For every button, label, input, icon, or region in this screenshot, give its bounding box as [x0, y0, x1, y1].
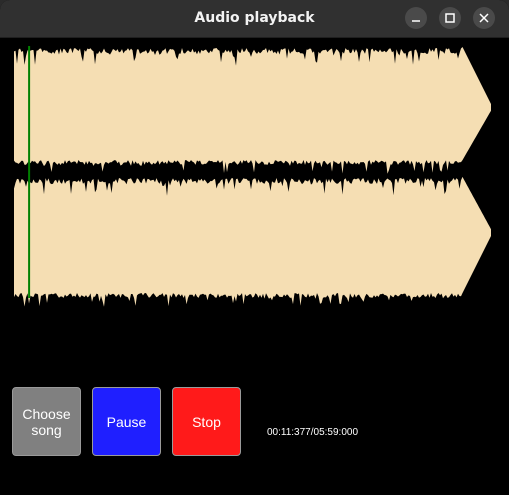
- window-title: Audio playback: [194, 10, 315, 26]
- maximize-button[interactable]: [439, 7, 461, 29]
- close-button[interactable]: [473, 7, 495, 29]
- choose-song-label: Choose song: [22, 405, 71, 438]
- minimize-button[interactable]: [405, 7, 427, 29]
- maximize-icon: [445, 13, 455, 23]
- waveform-display[interactable]: [0, 38, 509, 348]
- app-window: Audio playback Choose song Pause Stop 00…: [0, 0, 509, 495]
- minimize-icon: [412, 20, 420, 22]
- time-display: 00:11:377/05:59:000: [267, 427, 359, 438]
- waveform-channel-left: [14, 47, 491, 174]
- stop-button[interactable]: Stop: [172, 387, 241, 456]
- close-icon: [479, 13, 489, 23]
- waveform-channel-right: [14, 176, 491, 307]
- pause-label: Pause: [106, 413, 147, 430]
- pause-button[interactable]: Pause: [92, 387, 161, 456]
- choose-song-button[interactable]: Choose song: [12, 387, 81, 456]
- stop-label: Stop: [192, 413, 221, 430]
- title-bar: Audio playback: [0, 0, 509, 38]
